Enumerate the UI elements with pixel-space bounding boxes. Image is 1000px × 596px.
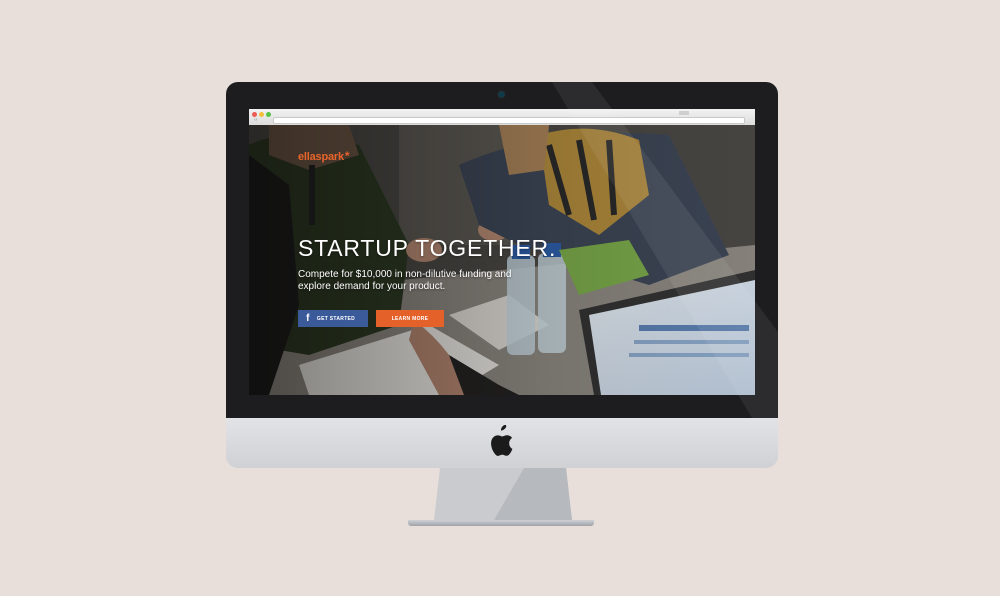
camera-icon [499,92,504,97]
logo-star-icon: * [344,149,350,163]
brand-logo[interactable]: ellaspark* [298,149,350,163]
browser-toolbar: ‹› [249,109,755,126]
learn-more-button[interactable]: LEARN MORE [376,310,444,327]
hero-headline: STARTUP TOGETHER. [298,235,557,261]
address-bar[interactable] [273,117,745,124]
imac-stand-base [408,520,594,526]
learn-more-label: LEARN MORE [391,315,429,322]
hero-subheadline: Compete for $10,000 in non-dilutive fund… [298,269,558,293]
subline-line-2: explore demand for your product. [298,281,446,292]
get-started-label: GET STARTED [316,315,356,322]
maximize-window-icon[interactable] [266,112,271,117]
facebook-icon: f [306,313,310,324]
subline-line-1: Compete for $10,000 in non-dilutive fund… [298,269,512,280]
get-started-button[interactable]: f GET STARTED [298,310,368,327]
back-forward-icon[interactable]: ‹› [254,117,266,123]
logo-text: ellaspark [298,151,344,163]
apple-logo-icon [491,425,513,456]
imac-stand [434,468,572,520]
hero-section: ellaspark* STARTUP TOGETHER. Compete for… [249,125,755,395]
browser-window: ‹› ellaspark* STARTUP TOGETHER. Compete … [249,109,755,395]
reader-icon[interactable] [679,111,689,115]
